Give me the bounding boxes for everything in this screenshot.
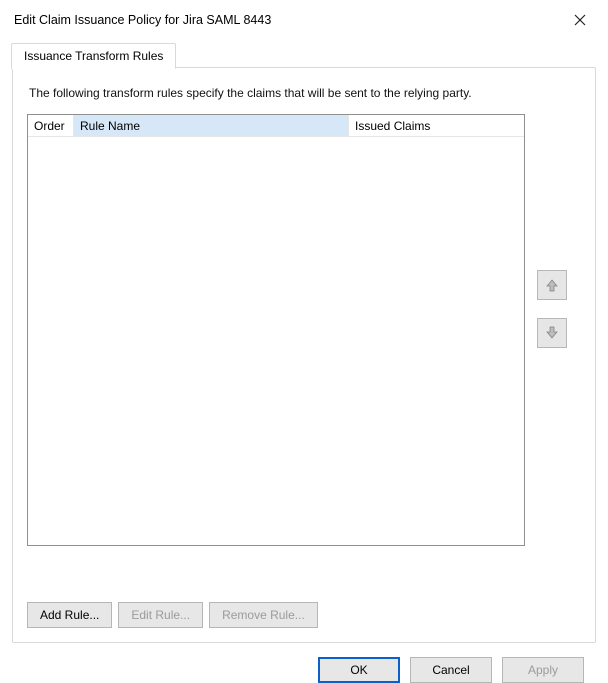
titlebar: Edit Claim Issuance Policy for Jira SAML… <box>0 0 608 42</box>
edit-rule-button: Edit Rule... <box>118 602 203 628</box>
apply-button: Apply <box>502 657 584 683</box>
description-text: The following transform rules specify th… <box>29 86 579 100</box>
tabstrip: Issuance Transform Rules <box>12 42 596 68</box>
arrow-down-icon <box>545 326 559 340</box>
reorder-buttons <box>537 270 567 348</box>
tab-panel: The following transform rules specify th… <box>12 67 596 643</box>
rules-table[interactable]: Order Rule Name Issued Claims <box>27 114 525 546</box>
window-title: Edit Claim Issuance Policy for Jira SAML… <box>14 13 271 27</box>
column-header-rule-name[interactable]: Rule Name <box>74 115 349 136</box>
column-header-issued-claims[interactable]: Issued Claims <box>349 115 524 136</box>
ok-button[interactable]: OK <box>318 657 400 683</box>
rules-table-header: Order Rule Name Issued Claims <box>28 115 524 137</box>
tab-issuance-transform-rules[interactable]: Issuance Transform Rules <box>11 43 176 69</box>
close-button[interactable] <box>564 8 596 32</box>
close-icon <box>574 14 586 26</box>
dialog-buttons: OK Cancel Apply <box>12 643 596 683</box>
remove-rule-button: Remove Rule... <box>209 602 318 628</box>
add-rule-button[interactable]: Add Rule... <box>27 602 112 628</box>
rules-area: Order Rule Name Issued Claims <box>27 114 581 546</box>
dialog-body: Issuance Transform Rules The following t… <box>0 42 608 683</box>
cancel-button[interactable]: Cancel <box>410 657 492 683</box>
arrow-up-icon <box>545 278 559 292</box>
rule-action-buttons: Add Rule... Edit Rule... Remove Rule... <box>27 602 318 628</box>
column-header-order[interactable]: Order <box>28 115 74 136</box>
move-up-button[interactable] <box>537 270 567 300</box>
move-down-button[interactable] <box>537 318 567 348</box>
